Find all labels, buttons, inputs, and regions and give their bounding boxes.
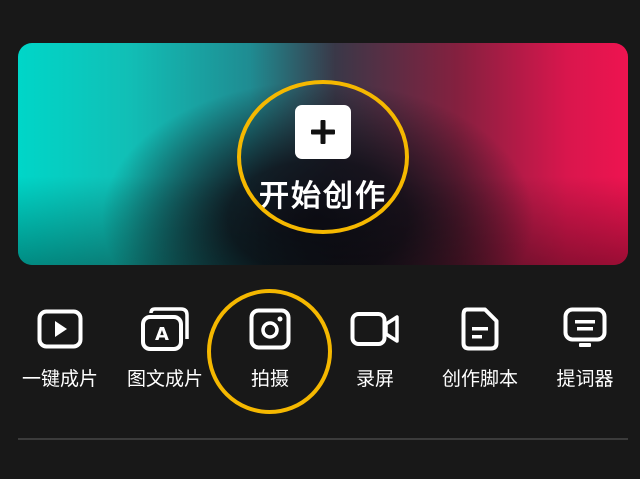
divider [18, 438, 628, 440]
svg-text:A: A [155, 324, 169, 345]
teleprompter-icon [563, 307, 607, 347]
tool-one-click-video[interactable]: 一键成片 [5, 306, 115, 391]
tool-screen-record[interactable]: 录屏 [320, 306, 430, 391]
tool-label: 创作脚本 [441, 368, 518, 390]
tool-label: 图文成片 [126, 368, 203, 390]
plus-glyph [311, 120, 335, 144]
play-icon [37, 309, 83, 349]
screen-record-icon [350, 312, 399, 346]
tool-label: 提词器 [556, 368, 614, 390]
camera-icon [249, 308, 291, 350]
start-creation-label: 开始创作 [259, 179, 387, 214]
tool-creation-script[interactable]: 创作脚本 [425, 306, 535, 391]
plus-icon[interactable] [295, 105, 351, 159]
tool-label: 录屏 [355, 368, 394, 390]
start-creation-banner[interactable]: 开始创作 [18, 43, 628, 265]
image-text-icon: A [141, 307, 189, 351]
script-icon [461, 307, 499, 351]
tool-teleprompter[interactable]: 提词器 [530, 306, 640, 391]
tool-label: 拍摄 [250, 368, 289, 390]
tool-shoot[interactable]: 拍摄 [215, 306, 325, 391]
tool-label: 一键成片 [21, 368, 98, 390]
tool-row: 一键成片 A 图文成片 拍摄 录屏 创作脚本 提词器 [0, 306, 640, 406]
tool-image-text-video[interactable]: A 图文成片 [110, 306, 220, 391]
